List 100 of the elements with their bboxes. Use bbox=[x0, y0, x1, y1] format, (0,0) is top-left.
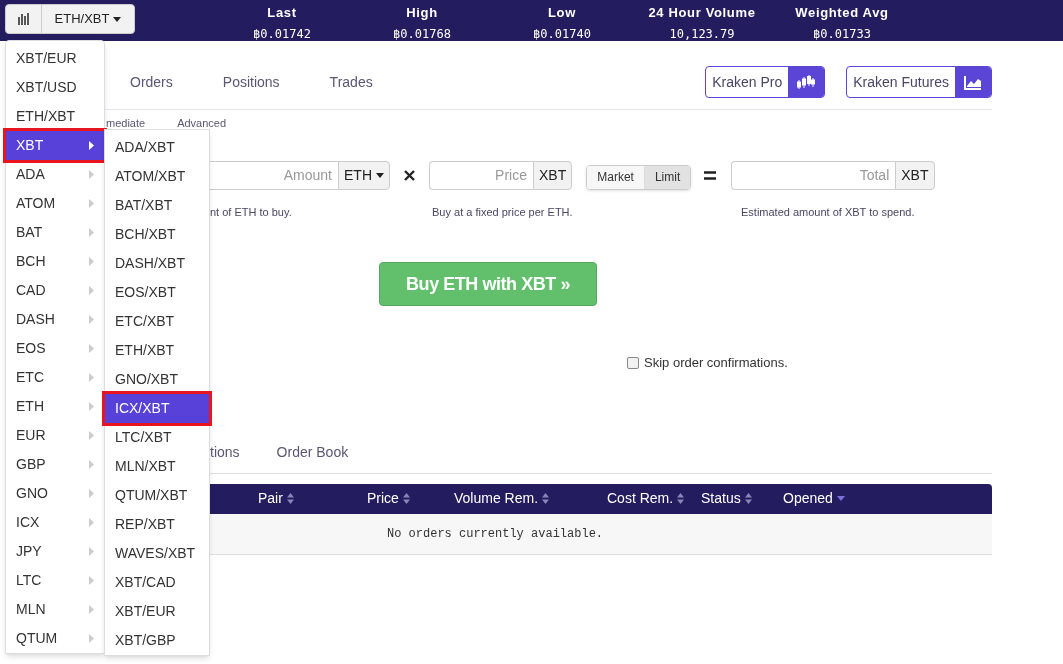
menu-item[interactable]: ICX bbox=[6, 508, 104, 537]
hint-text: Estimated amount of XBT to spend. bbox=[741, 204, 915, 220]
area-chart-icon bbox=[964, 74, 982, 90]
submenu-arrow-icon bbox=[89, 373, 94, 382]
column-header[interactable]: Cost Rem. bbox=[607, 488, 701, 509]
menu-item[interactable]: XBT bbox=[6, 131, 104, 160]
order-type-tab[interactable]: Advanced bbox=[177, 115, 227, 132]
column-header[interactable]: Opened bbox=[783, 488, 873, 509]
menu-item[interactable]: DASH/XBT bbox=[105, 249, 209, 278]
equals-icon bbox=[704, 170, 717, 180]
section-tab[interactable]: tions bbox=[210, 441, 240, 463]
submenu-arrow-icon bbox=[89, 634, 94, 643]
main-tab[interactable]: Trades bbox=[329, 71, 373, 93]
stat-label: 24 Hour Volume bbox=[648, 4, 756, 21]
column-header[interactable]: Status bbox=[701, 488, 783, 509]
stat-label: Last bbox=[267, 4, 297, 21]
menu-item[interactable]: EUR bbox=[6, 421, 104, 450]
menu-item[interactable]: BAT/XBT bbox=[105, 191, 209, 220]
submenu-arrow-icon bbox=[89, 257, 94, 266]
submenu-arrow-icon bbox=[89, 315, 94, 324]
menu-item[interactable]: JPY bbox=[6, 537, 104, 566]
empty-message: No orders currently available. bbox=[387, 525, 604, 543]
stat-value: ฿0.01768 bbox=[393, 26, 451, 43]
menu-item[interactable]: MLN/XBT bbox=[105, 452, 209, 481]
menu-item[interactable]: XBT/GBP bbox=[105, 626, 209, 655]
stat-value: ฿0.01742 bbox=[253, 26, 311, 43]
menu-item[interactable]: XBT/EUR bbox=[6, 44, 104, 73]
total-input[interactable]: Total bbox=[731, 160, 896, 190]
submenu-arrow-icon bbox=[89, 170, 94, 179]
currency-label: XBT bbox=[533, 160, 573, 190]
menu-item[interactable]: ICX/XBT bbox=[105, 394, 209, 423]
submenu-arrow-icon bbox=[89, 286, 94, 295]
multiply-icon bbox=[404, 169, 415, 181]
price-input[interactable]: Price bbox=[429, 160, 533, 190]
menu-item[interactable]: ATOM/XBT bbox=[105, 162, 209, 191]
stat-label: Low bbox=[548, 4, 576, 21]
order-type-tab[interactable]: mediate bbox=[106, 115, 146, 132]
hint-text: Buy at a fixed price per ETH. bbox=[432, 204, 574, 220]
submenu-arrow-icon bbox=[89, 344, 94, 353]
menu-item[interactable]: GNO bbox=[6, 479, 104, 508]
stat-label: Weighted Avg bbox=[795, 4, 889, 21]
submenu-arrow-icon bbox=[89, 460, 94, 469]
submenu-arrow-icon bbox=[89, 431, 94, 440]
menu-item[interactable]: ETC/XBT bbox=[105, 307, 209, 336]
checkbox[interactable] bbox=[627, 356, 639, 369]
stat-value: ฿0.01740 bbox=[533, 26, 591, 43]
menu-item[interactable]: ETH bbox=[6, 392, 104, 421]
menu-item[interactable]: EOS/XBT bbox=[105, 278, 209, 307]
menu-item[interactable]: BCH/XBT bbox=[105, 220, 209, 249]
menu-item[interactable]: ADA/XBT bbox=[105, 133, 209, 162]
column-header[interactable]: Price bbox=[367, 488, 454, 509]
menu-item[interactable]: GNO/XBT bbox=[105, 365, 209, 394]
submenu-arrow-icon bbox=[89, 518, 94, 527]
order-mode-toggle[interactable]: Market bbox=[587, 165, 645, 189]
stat-label: High bbox=[406, 4, 438, 21]
submenu-arrow-icon bbox=[89, 576, 94, 585]
menu-item[interactable]: XBT/CAD bbox=[105, 568, 209, 597]
menu-item[interactable]: DASH bbox=[6, 305, 104, 334]
submenu-arrow-icon bbox=[89, 605, 94, 614]
menu-item[interactable]: GBP bbox=[6, 450, 104, 479]
stat-value: ฿0.01733 bbox=[813, 26, 871, 43]
column-header[interactable]: Volume Rem. bbox=[454, 488, 607, 509]
menu-item[interactable]: BCH bbox=[6, 247, 104, 276]
submenu-arrow-icon bbox=[89, 402, 94, 411]
menu-item[interactable]: ADA bbox=[6, 160, 104, 189]
amount-input[interactable]: Amount bbox=[210, 160, 338, 190]
submenu-arrow-icon bbox=[89, 199, 94, 208]
hint-text: nt of ETH to buy. bbox=[210, 204, 293, 220]
platform-link-button[interactable]: Kraken Pro bbox=[705, 66, 826, 98]
menu-item[interactable]: CAD bbox=[6, 276, 104, 305]
menu-item[interactable]: REP/XBT bbox=[105, 510, 209, 539]
menu-item[interactable]: XBT/USD bbox=[6, 73, 104, 102]
candlestick-icon bbox=[797, 74, 816, 90]
menu-item[interactable]: WAVES/XBT bbox=[105, 539, 209, 568]
currency-select[interactable]: ETH bbox=[338, 160, 390, 190]
column-header[interactable]: Pair bbox=[258, 488, 367, 509]
caret-icon bbox=[376, 172, 384, 178]
menu-item[interactable]: BAT bbox=[6, 218, 104, 247]
section-tab[interactable]: Order Book bbox=[276, 441, 349, 463]
menu-item[interactable]: MLN bbox=[6, 595, 104, 624]
submenu-arrow-icon bbox=[89, 228, 94, 237]
submenu-arrow-icon bbox=[89, 489, 94, 498]
menu-item[interactable]: ETC bbox=[6, 363, 104, 392]
menu-item[interactable]: QTUM/XBT bbox=[105, 481, 209, 510]
main-tab[interactable]: Positions bbox=[222, 71, 280, 93]
checkbox-label: Skip order confirmations. bbox=[644, 354, 788, 372]
submenu-arrow-icon bbox=[89, 547, 94, 556]
menu-item[interactable]: XBT/EUR bbox=[105, 597, 209, 626]
menu-item[interactable]: LTC/XBT bbox=[105, 423, 209, 452]
menu-item[interactable]: ETH/XBT bbox=[105, 336, 209, 365]
submenu-arrow-icon bbox=[89, 141, 94, 150]
menu-item[interactable]: ATOM bbox=[6, 189, 104, 218]
menu-item[interactable]: QTUM bbox=[6, 624, 104, 653]
order-mode-toggle[interactable]: Limit bbox=[644, 165, 691, 189]
menu-item[interactable]: ETH/XBT bbox=[6, 102, 104, 131]
menu-item[interactable]: EOS bbox=[6, 334, 104, 363]
platform-link-button[interactable]: Kraken Futures bbox=[846, 66, 992, 98]
menu-item[interactable]: LTC bbox=[6, 566, 104, 595]
stat-value: 10,123.79 bbox=[669, 26, 735, 43]
main-tab[interactable]: Orders bbox=[130, 71, 173, 93]
